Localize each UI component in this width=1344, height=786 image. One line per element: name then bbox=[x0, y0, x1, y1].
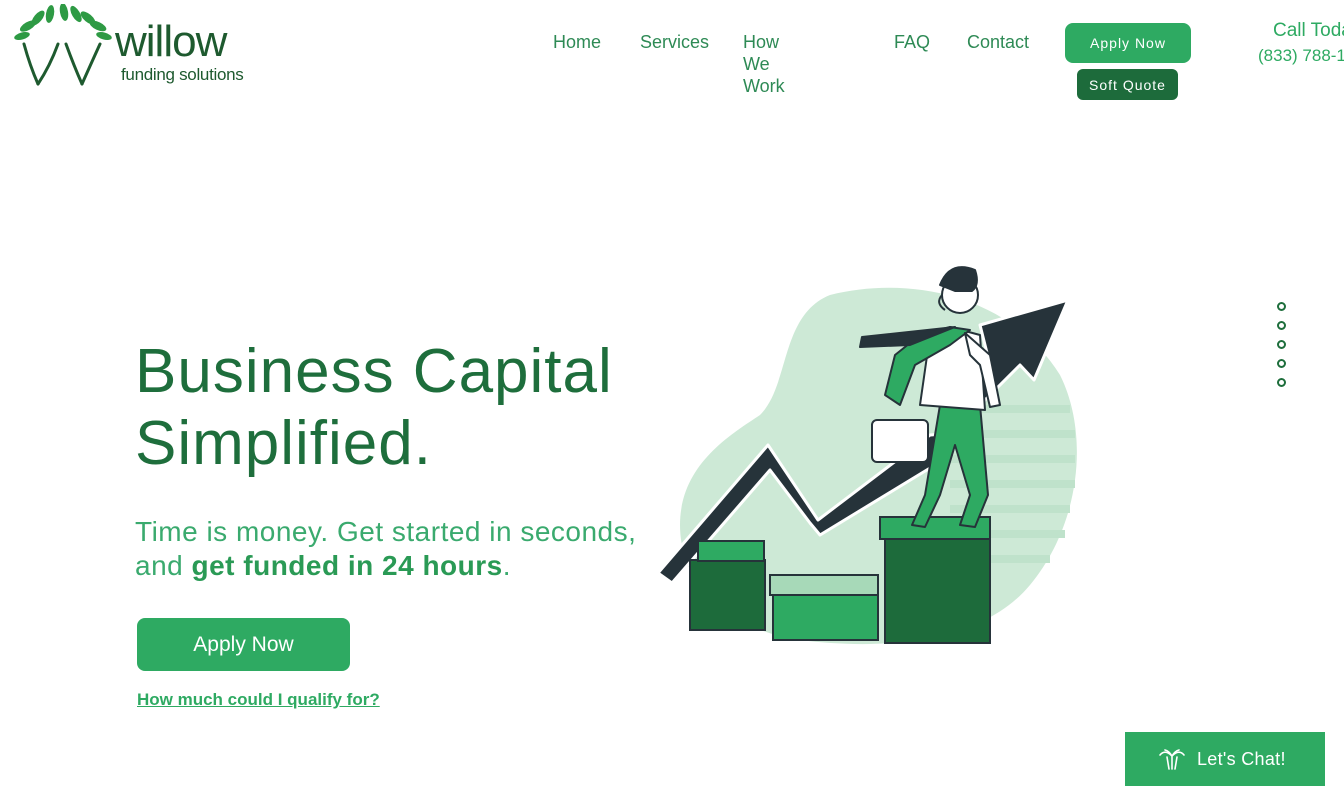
nav-item-faq[interactable]: FAQ bbox=[894, 31, 930, 53]
nav-item-contact[interactable]: Contact bbox=[967, 31, 1029, 53]
bar-3 bbox=[884, 534, 991, 644]
nav-item-how-we-work[interactable]: How We Work bbox=[743, 31, 785, 97]
hero-subtitle-and: and bbox=[135, 550, 192, 581]
header-apply-now-button[interactable]: Apply Now bbox=[1065, 23, 1191, 63]
brand-tagline: funding solutions bbox=[121, 65, 244, 84]
bar-1 bbox=[689, 559, 766, 631]
section-nav-dot[interactable] bbox=[1277, 321, 1286, 330]
hero-title-line1: Business Capital bbox=[135, 337, 613, 406]
logo[interactable]: willow funding solutions bbox=[14, 4, 264, 90]
hero-subtitle-period: . bbox=[502, 550, 512, 581]
bar-1-top bbox=[697, 540, 765, 562]
bar-2 bbox=[772, 594, 879, 641]
section-nav bbox=[1277, 302, 1286, 397]
call-today-label: Call Today bbox=[1273, 20, 1344, 41]
hero-subtitle: Time is money. Get started in seconds, a… bbox=[135, 515, 636, 583]
hero-title-line2: Simplified. bbox=[135, 409, 432, 478]
section-nav-dot[interactable] bbox=[1277, 302, 1286, 311]
section-nav-dot[interactable] bbox=[1277, 378, 1286, 387]
hero-title: Business Capital Simplified. bbox=[135, 336, 613, 480]
soft-quote-button[interactable]: Soft Quote bbox=[1077, 69, 1178, 100]
nav-item-services[interactable]: Services bbox=[640, 31, 709, 53]
bar-2-top bbox=[769, 574, 879, 596]
brand-name: willow bbox=[115, 17, 227, 66]
chat-button[interactable]: Let's Chat! bbox=[1125, 732, 1325, 786]
chat-label: Let's Chat! bbox=[1197, 748, 1286, 769]
nav-item-home[interactable]: Home bbox=[553, 31, 601, 53]
growth-illustration bbox=[656, 266, 1077, 645]
palm-tree-icon bbox=[14, 4, 112, 86]
palm-tree-icon bbox=[1159, 747, 1185, 771]
qualify-link[interactable]: How much could I qualify for? bbox=[137, 690, 380, 710]
phone-number-link[interactable]: (833) 788-1 bbox=[1258, 46, 1344, 66]
section-nav-dot[interactable] bbox=[1277, 359, 1286, 368]
hero-subtitle-highlight: get funded in 24 hours bbox=[191, 550, 503, 581]
hero-apply-now-button[interactable]: Apply Now bbox=[137, 618, 350, 671]
section-nav-dot[interactable] bbox=[1277, 340, 1286, 349]
hero-subtitle-line1: Time is money. Get started in seconds, bbox=[135, 516, 637, 547]
